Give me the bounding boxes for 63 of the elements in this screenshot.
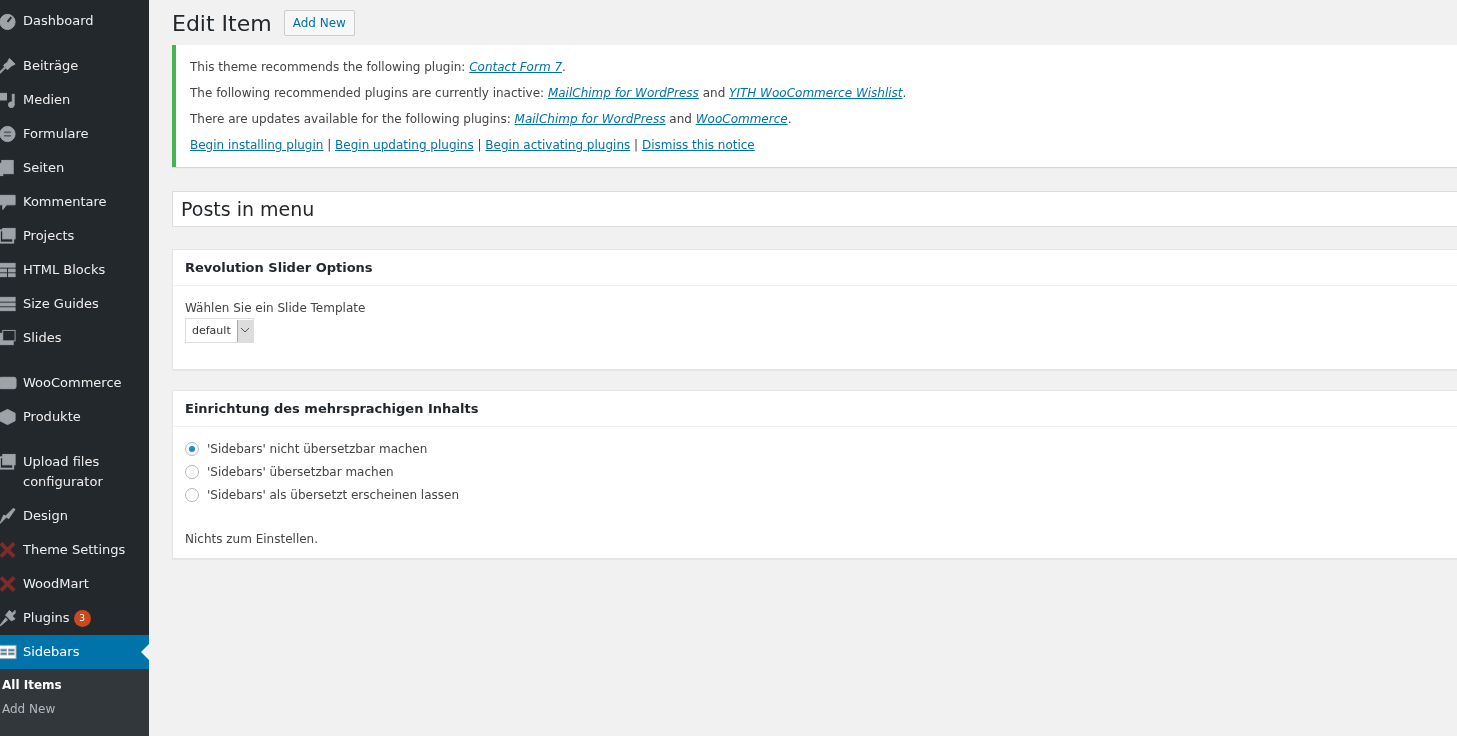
submenu-item[interactable]: All Items xyxy=(0,673,149,697)
plugin-link[interactable]: MailChimp for WordPress xyxy=(514,112,666,126)
sidebar-item[interactable]: Plugins 3 xyxy=(0,601,149,635)
sidebar-item[interactable]: Formulare xyxy=(0,117,149,151)
plugin-link[interactable]: WooCommerce xyxy=(695,112,788,126)
menu-icon xyxy=(0,407,17,427)
sidebar-item[interactable]: Upload files configurator xyxy=(0,445,149,499)
menu-icon xyxy=(0,192,17,212)
menu-icon xyxy=(0,608,17,628)
menu-icon xyxy=(0,540,17,560)
sidebar-item[interactable]: HTML Blocks xyxy=(0,253,149,287)
sidebar-item[interactable]: Projects xyxy=(0,219,149,253)
action-link[interactable]: Begin installing plugin xyxy=(190,138,324,152)
sidebar-item[interactable]: Seiten xyxy=(0,151,149,185)
notice-text: This theme recommends the following plugin: Contact Form 7. xyxy=(190,59,567,76)
sidebar-item[interactable]: Slides xyxy=(0,321,149,355)
radio-label: 'Sidebars' übersetzbar machen xyxy=(207,465,394,479)
notice-text: Begin installing plugin | Begin updating plugins | Begin activating plugins | Dismiss this notice xyxy=(190,137,756,154)
sidebar-item[interactable]: Design xyxy=(0,499,149,533)
sidebar-item[interactable]: Beiträge xyxy=(0,49,149,83)
menu-icon xyxy=(0,90,17,110)
page-title: Edit Item xyxy=(172,10,272,36)
sidebar-item[interactable]: Sidebars xyxy=(0,635,149,669)
menu-icon xyxy=(0,294,17,314)
menu-icon xyxy=(0,56,17,76)
radio-button[interactable] xyxy=(185,465,199,479)
sidebar-item[interactable]: Theme Settings xyxy=(0,533,149,567)
field-label: Wählen Sie ein Slide Template xyxy=(185,301,367,315)
plugin-link[interactable]: Contact Form 7 xyxy=(469,60,563,74)
menu-icon xyxy=(0,226,17,246)
template-select[interactable]: default xyxy=(185,318,254,343)
menu-icon xyxy=(0,452,17,472)
menu-icon xyxy=(0,260,17,280)
sidebar-item[interactable]: Dashboard xyxy=(0,4,149,38)
submenu-item[interactable]: Add New xyxy=(0,697,149,721)
panel-title: Revolution Slider Options xyxy=(173,250,1457,286)
sidebar-item[interactable]: WoodMart xyxy=(0,567,149,601)
plugin-link[interactable]: MailChimp for WordPress xyxy=(547,86,699,100)
menu-icon xyxy=(0,506,17,526)
plugin-link[interactable]: YITH WooCommerce Wishlist xyxy=(729,86,903,100)
sidebar-item[interactable]: WooCommerce xyxy=(0,366,149,400)
radio-button[interactable] xyxy=(185,442,199,456)
radio-label: 'Sidebars' als übersetzt erscheinen lassen xyxy=(207,488,460,502)
caret-icon xyxy=(241,328,250,333)
panel-title: Einrichtung des mehrsprachigen Inhalts xyxy=(173,391,1457,427)
action-link[interactable]: Begin updating plugins xyxy=(335,138,474,152)
note-text: Nichts zum Einstellen. xyxy=(185,532,320,546)
sidebar-item[interactable]: Size Guides xyxy=(0,287,149,321)
sidebar-item[interactable]: Produkte xyxy=(0,400,149,434)
radio-button[interactable] xyxy=(185,488,199,502)
action-link[interactable]: Begin activating plugins xyxy=(485,138,631,152)
radio-label: 'Sidebars' nicht übersetzbar machen xyxy=(207,442,428,456)
notice-text: The following recommended plugins are currently inactive: MailChimp for WordPress and YITH WooCommerce Wishlist. xyxy=(190,85,908,102)
count-badge: 3 xyxy=(73,610,91,627)
menu-icon xyxy=(0,574,17,594)
menu-icon xyxy=(0,158,17,178)
notice-text: There are updates available for the following plugins: MailChimp for WordPress and WooCommerce. xyxy=(190,111,793,128)
sidebar-item[interactable]: Kommentare xyxy=(0,185,149,219)
section-title: Posts in menu xyxy=(172,191,1457,227)
action-link[interactable]: Dismiss this notice xyxy=(641,138,755,152)
add-new-button[interactable]: Add New xyxy=(283,10,355,36)
sidebar-item[interactable]: Medien xyxy=(0,83,149,117)
menu-icon xyxy=(0,642,17,662)
